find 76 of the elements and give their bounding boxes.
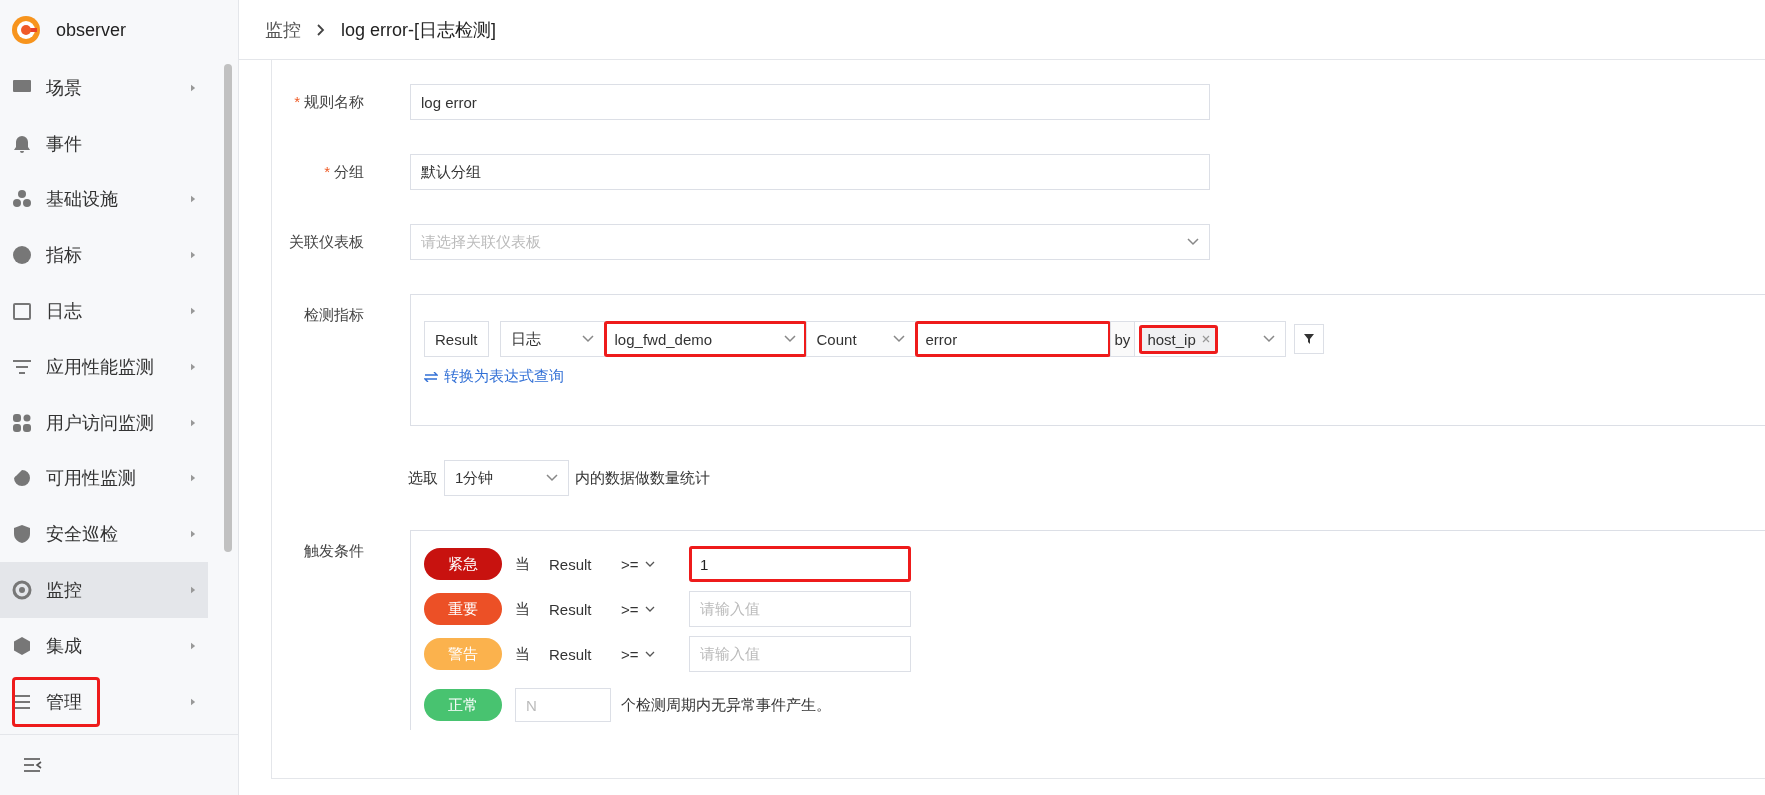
operator-select[interactable]: >= bbox=[621, 555, 689, 573]
severity-badge: 紧急 bbox=[424, 548, 502, 580]
chevron-icon bbox=[317, 23, 325, 36]
sidebar-item[interactable]: 可用性监测 bbox=[0, 450, 208, 507]
menu-icon bbox=[12, 524, 32, 545]
sidebar-item[interactable]: 场景 bbox=[0, 60, 208, 116]
aggregation-select[interactable]: Count bbox=[805, 321, 916, 357]
threshold-input[interactable]: 1 bbox=[689, 546, 911, 582]
operator-select[interactable]: >= bbox=[621, 600, 689, 618]
page-title: log error-[日志检测] bbox=[341, 18, 497, 42]
chevron-down-icon bbox=[1187, 238, 1199, 246]
menu-icon bbox=[12, 580, 32, 601]
field-label: 关联仪表板 bbox=[289, 232, 364, 252]
menu-icon bbox=[12, 635, 32, 656]
metric-label: Result bbox=[549, 555, 593, 573]
breadcrumb-link[interactable]: 监控 bbox=[265, 17, 301, 42]
sidebar-item[interactable]: 指标 bbox=[0, 227, 208, 284]
scrollbar[interactable] bbox=[224, 64, 232, 552]
swap-arrows-icon bbox=[424, 371, 438, 382]
window-select[interactable]: 1分钟 bbox=[444, 460, 569, 496]
logo-icon bbox=[10, 14, 42, 46]
source-select[interactable]: 日志 bbox=[499, 321, 605, 357]
sidebar-item[interactable]: 监控 bbox=[0, 562, 208, 618]
window-prefix: 选取 bbox=[408, 468, 438, 488]
chevron-down-icon bbox=[644, 651, 655, 657]
metric-label: Result bbox=[549, 600, 593, 618]
query-input[interactable]: error bbox=[914, 321, 1111, 357]
when-label: 当 bbox=[515, 554, 531, 574]
menu-icon bbox=[12, 133, 32, 154]
chevron-down-icon bbox=[546, 474, 558, 482]
menu-icon bbox=[12, 301, 32, 322]
collapse-icon[interactable] bbox=[24, 758, 42, 772]
chevron-down-icon bbox=[783, 335, 796, 343]
window-suffix: 内的数据做数量统计 bbox=[575, 468, 710, 488]
logo-text: observer bbox=[56, 19, 127, 41]
tag-chip[interactable]: host_ip bbox=[1139, 324, 1218, 354]
chevron-down-icon bbox=[1263, 335, 1276, 343]
sidebar-item[interactable]: 基础设施 bbox=[0, 171, 208, 228]
when-label: 当 bbox=[515, 599, 531, 619]
index-select[interactable]: log_fwd_demo bbox=[603, 321, 807, 357]
filter-button[interactable] bbox=[1294, 324, 1325, 354]
metric-label: Result bbox=[549, 645, 593, 663]
required-mark: * bbox=[324, 162, 330, 182]
sidebar-item[interactable]: 应用性能监测 bbox=[0, 339, 208, 395]
menu-icon bbox=[12, 189, 32, 210]
field-label: 分组 bbox=[334, 162, 364, 182]
required-mark: * bbox=[294, 92, 300, 112]
menu-icon bbox=[12, 468, 32, 489]
input-field[interactable]: log error bbox=[410, 84, 1210, 120]
sidebar-item[interactable]: 管理 bbox=[0, 673, 208, 730]
input-field[interactable]: 默认分组 bbox=[410, 154, 1210, 190]
field-label: 规则名称 bbox=[304, 92, 364, 112]
group-by-select[interactable]: host_ip bbox=[1134, 321, 1287, 357]
menu-icon bbox=[12, 412, 32, 433]
by-label: by bbox=[1109, 321, 1136, 357]
sidebar-item[interactable]: 安全巡检 bbox=[0, 506, 208, 563]
severity-badge: 警告 bbox=[424, 638, 502, 670]
chevron-down-icon bbox=[644, 561, 655, 567]
operator-select[interactable]: >= bbox=[621, 645, 689, 663]
switch-link[interactable]: 转换为表达式查询 bbox=[424, 367, 564, 386]
sidebar-item[interactable]: 集成 bbox=[0, 617, 208, 674]
when-label: 当 bbox=[515, 644, 531, 664]
sidebar-item[interactable]: 日志 bbox=[0, 283, 208, 339]
chevron-down-icon bbox=[581, 335, 594, 343]
filter-icon bbox=[1304, 334, 1315, 344]
sidebar-item[interactable]: 用户访问监测 bbox=[0, 394, 208, 451]
field-label: 检测指标 bbox=[304, 306, 364, 325]
normal-description: 个检测周期内无异常事件产生。 bbox=[621, 695, 831, 715]
menu-icon bbox=[12, 245, 32, 266]
chevron-down-icon bbox=[892, 335, 905, 343]
field-label: 触发条件 bbox=[304, 542, 364, 561]
result-label: Result bbox=[424, 321, 489, 357]
severity-badge: 重要 bbox=[424, 593, 502, 625]
sidebar-item[interactable]: 事件 bbox=[0, 115, 208, 172]
chevron-down-icon bbox=[644, 606, 655, 612]
severity-badge: 正常 bbox=[424, 689, 502, 721]
